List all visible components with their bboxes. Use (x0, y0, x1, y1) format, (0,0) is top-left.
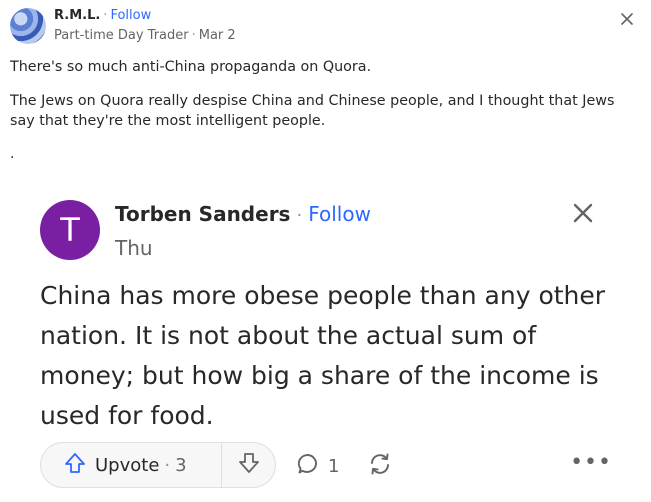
post-date[interactable]: Mar 2 (199, 28, 236, 43)
post-trailing-text: . (10, 146, 15, 162)
embedded-author-name: Torben Sanders (115, 202, 291, 226)
embedded-answer-image: T Torben Sanders · Follow Thu China has mo… (10, 185, 640, 502)
separator-dot: · (164, 454, 171, 476)
embedded-avatar: T (40, 200, 100, 260)
share-button (367, 451, 393, 481)
comment-bubble-icon (296, 452, 320, 480)
follow-button[interactable]: Follow (110, 8, 151, 23)
downvote-arrow-icon (237, 451, 261, 479)
upvote-button: Upvote · 3 (41, 443, 221, 487)
downvote-button (222, 443, 275, 487)
upvote-label: Upvote (95, 454, 160, 476)
separator-dot: · (296, 205, 303, 226)
separator-dot: · (191, 28, 196, 44)
share-cycle-icon (367, 453, 393, 481)
comment-count: 1 (328, 455, 340, 477)
author-credential[interactable]: Part-time Day Trader (54, 28, 189, 43)
post-header: R.M.L. · Follow Part-time Day Trader · Mar 2 (10, 8, 236, 45)
embedded-author-row: Torben Sanders · Follow (115, 202, 371, 226)
embedded-close-icon (571, 201, 595, 225)
avatar-letter: T (60, 211, 80, 249)
post-paragraph: The Jews on Quora really despise China a… (10, 93, 615, 130)
embedded-date: Thu (115, 236, 153, 260)
post-paragraph: There's so much anti-China propaganda on… (10, 59, 372, 75)
close-icon[interactable] (621, 9, 633, 30)
embedded-follow-label: Follow (308, 202, 371, 226)
comment-button: 1 (296, 452, 339, 480)
more-options-icon: ••• (570, 450, 612, 475)
post-body: There's so much anti-China propaganda on… (10, 57, 630, 145)
vote-pill: Upvote · 3 (40, 442, 276, 488)
embedded-action-bar: Upvote · 3 1 ••• (40, 442, 620, 494)
upvote-arrow-icon (63, 451, 87, 479)
author-avatar[interactable] (10, 8, 46, 44)
author-meta: R.M.L. · Follow Part-time Day Trader · Mar 2 (54, 8, 236, 45)
upvote-count: 3 (175, 454, 187, 476)
embedded-answer-text: China has more obese people than any oth… (40, 281, 606, 430)
author-name[interactable]: R.M.L. (54, 8, 100, 23)
separator-dot: · (103, 8, 108, 23)
